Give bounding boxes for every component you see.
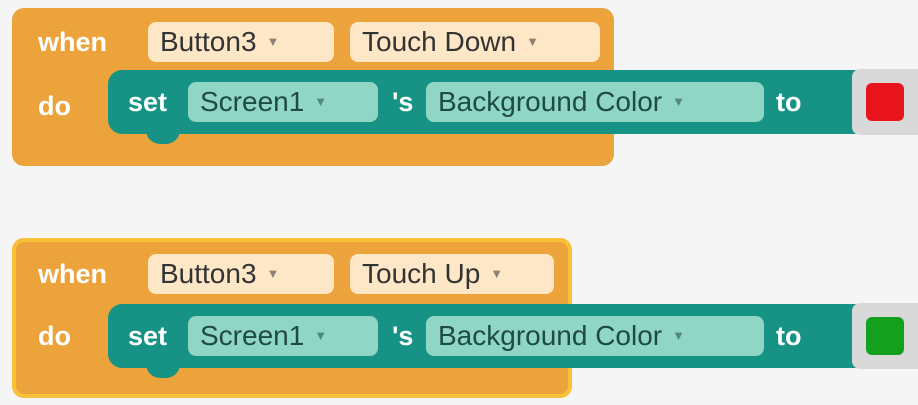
event-dropdown[interactable]: Touch Up ▼ (350, 254, 554, 294)
color-swatch-icon[interactable] (866, 317, 904, 355)
set-property-block[interactable]: set Screen1 ▼ 's Background Color ▼ to (108, 69, 918, 135)
when-keyword: when (38, 27, 108, 57)
component-dropdown[interactable]: Button3 ▼ (148, 254, 334, 294)
target-label: Screen1 (200, 86, 305, 117)
component-label: Button3 (160, 258, 257, 289)
chevron-down-icon: ▼ (526, 34, 539, 49)
chevron-down-icon: ▼ (490, 266, 504, 281)
target-component-dropdown[interactable]: Screen1 ▼ (188, 316, 378, 356)
target-component-dropdown[interactable]: Screen1 ▼ (188, 82, 378, 122)
chevron-down-icon: ▼ (314, 328, 328, 343)
possessive-text: 's (392, 87, 414, 117)
chevron-down-icon: ▼ (266, 34, 280, 49)
component-label: Button3 (160, 26, 257, 57)
component-dropdown[interactable]: Button3 ▼ (148, 22, 334, 62)
do-keyword: do (38, 91, 71, 121)
color-value-slot[interactable] (852, 303, 918, 369)
property-dropdown[interactable]: Background Color ▼ (426, 316, 764, 356)
property-label: Background Color (438, 86, 663, 117)
event-dropdown[interactable]: Touch Down ▼ (350, 22, 600, 62)
to-keyword: to (776, 321, 802, 351)
when-keyword: when (38, 259, 108, 289)
set-keyword: set (128, 87, 168, 117)
chevron-down-icon: ▼ (672, 328, 685, 343)
to-keyword: to (776, 87, 802, 117)
property-dropdown[interactable]: Background Color ▼ (426, 82, 764, 122)
chevron-down-icon: ▼ (672, 94, 685, 109)
chevron-down-icon: ▼ (314, 94, 328, 109)
target-label: Screen1 (200, 320, 305, 351)
event-label: Touch Up (362, 258, 481, 289)
do-keyword: do (38, 321, 71, 351)
set-keyword: set (128, 321, 168, 351)
set-property-block[interactable]: set Screen1 ▼ 's Background Color ▼ to (108, 303, 918, 369)
color-swatch-icon[interactable] (866, 83, 904, 121)
event-label: Touch Down (362, 26, 517, 57)
chevron-down-icon: ▼ (266, 266, 280, 281)
color-value-slot[interactable] (852, 69, 918, 135)
property-label: Background Color (438, 320, 663, 351)
possessive-text: 's (392, 321, 414, 351)
